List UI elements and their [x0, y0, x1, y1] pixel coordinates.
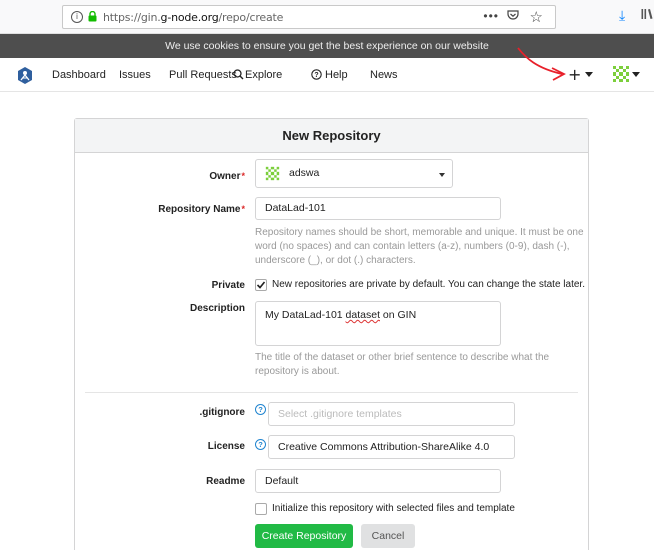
search-icon [233, 69, 244, 83]
nav-explore[interactable]: Explore [233, 69, 283, 81]
download-icon[interactable]: ⤓ [619, 8, 625, 24]
lock-icon[interactable] [88, 10, 97, 25]
nav-dashboard[interactable]: Dashboard [52, 69, 106, 81]
description-text-before: My DataLad-101 [265, 309, 346, 321]
user-menu-chevron-down-icon[interactable] [632, 72, 640, 77]
new-repository-form: New Repository Owner* adswa Repository N… [74, 118, 589, 550]
description-text-after: on GIN [380, 309, 417, 321]
url-text: https://gin.g-node.org/repo/create [103, 11, 284, 24]
annotation-arrow-icon [517, 47, 566, 81]
chevron-down-icon [439, 173, 445, 177]
repo-name-label: Repository Name* [158, 204, 245, 215]
license-select[interactable]: Creative Commons Attribution-ShareAlike … [268, 435, 515, 459]
init-checkbox[interactable] [255, 503, 267, 515]
library-icon[interactable] [641, 8, 654, 23]
create-repository-button[interactable]: Create Repository [255, 524, 353, 548]
license-label: License [207, 441, 245, 452]
nav-explore-label: Explore [245, 69, 283, 81]
owner-value: adswa [289, 167, 320, 179]
nav-help-label: Help [325, 69, 348, 81]
owner-dropdown[interactable]: adswa [255, 159, 453, 188]
readme-label: Readme [206, 476, 245, 487]
form-divider [85, 392, 578, 393]
license-help-icon[interactable]: ? [255, 439, 266, 450]
browser-toolbar: i https://gin.g-node.org/repo/create •••… [0, 0, 654, 34]
gitignore-label: .gitignore [199, 407, 245, 418]
description-label: Description [189, 303, 245, 314]
svg-text:?: ? [314, 72, 318, 79]
private-checkbox[interactable] [255, 279, 267, 291]
owner-label: Owner* [209, 171, 245, 182]
nav-help[interactable]: ? Help [311, 69, 348, 81]
owner-avatar [265, 166, 280, 184]
description-help: The title of the dataset or other brief … [255, 352, 550, 377]
nav-news[interactable]: News [370, 69, 398, 81]
pocket-icon[interactable] [507, 9, 519, 24]
info-icon[interactable]: i [71, 11, 83, 23]
gitignore-help-icon[interactable]: ? [255, 404, 266, 415]
description-textarea[interactable]: My DataLad-101 dataset on GIN [255, 301, 501, 346]
readme-select[interactable]: Default [255, 469, 501, 493]
user-avatar[interactable] [612, 65, 630, 83]
bookmark-star-icon[interactable]: ☆ [530, 8, 543, 26]
init-text: Initialize this repository with selected… [272, 503, 515, 514]
description-misspelled-word: dataset [345, 309, 380, 321]
create-new-plus-icon[interactable]: + [568, 65, 581, 84]
repo-name-help: Repository names should be short, memora… [255, 227, 584, 266]
form-title: New Repository [75, 119, 588, 153]
help-icon: ? [311, 69, 322, 83]
address-bar[interactable]: i https://gin.g-node.org/repo/create •••… [62, 5, 556, 29]
cancel-button[interactable]: Cancel [361, 524, 415, 548]
gitignore-select[interactable]: Select .gitignore templates [268, 402, 515, 426]
nav-issues[interactable]: Issues [119, 69, 151, 81]
repo-name-input[interactable]: DataLad-101 [255, 197, 501, 220]
gin-logo-icon[interactable] [18, 67, 32, 84]
more-actions-icon[interactable]: ••• [483, 9, 499, 23]
private-label: Private [211, 280, 245, 291]
create-menu-chevron-down-icon[interactable] [585, 72, 593, 77]
private-text: New repositories are private by default.… [272, 279, 585, 290]
nav-pull-requests[interactable]: Pull Requests [169, 69, 237, 81]
